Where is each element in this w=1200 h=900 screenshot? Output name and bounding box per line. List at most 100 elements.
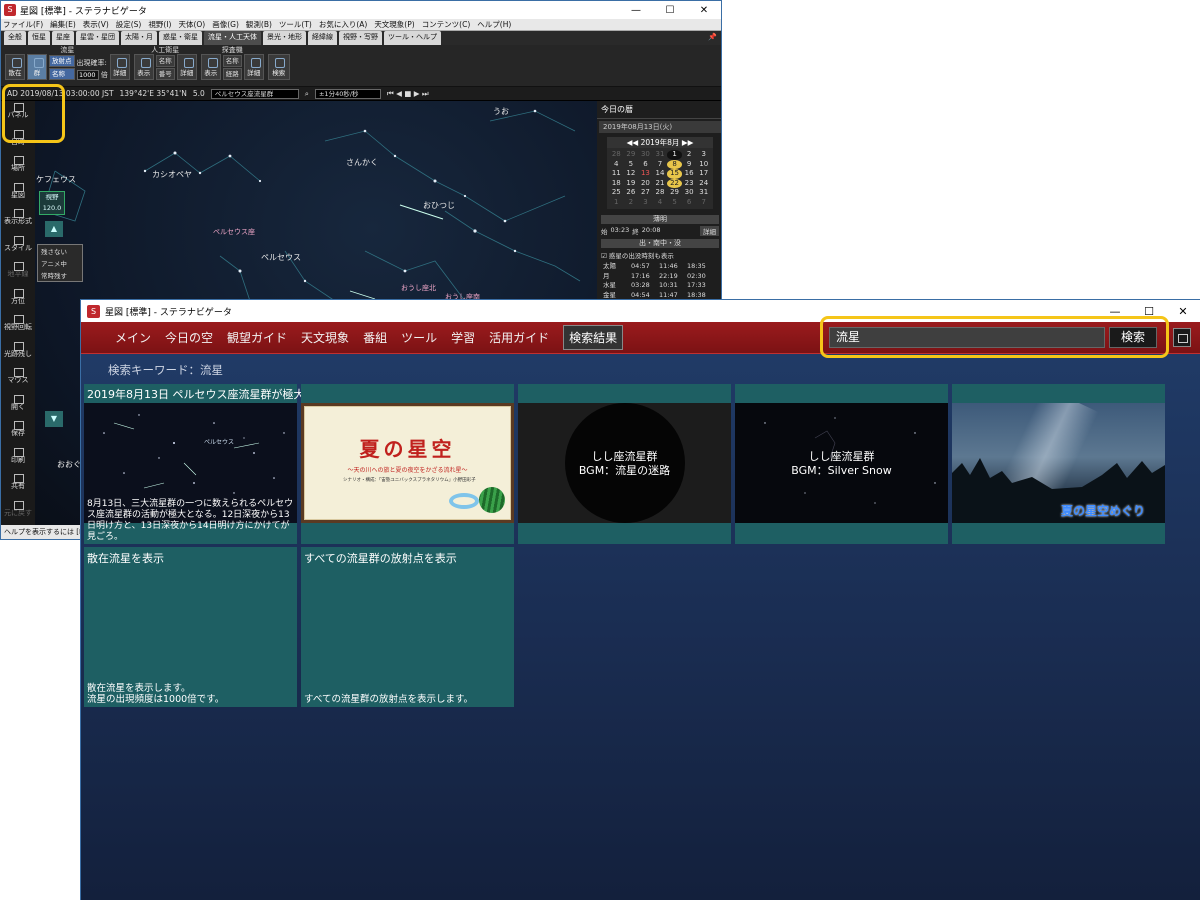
menu-item[interactable]: 設定(S) [116, 19, 142, 30]
left-panel-button[interactable]: 印刷 [1, 446, 35, 471]
flyout-item[interactable]: アニメ中 [38, 257, 82, 269]
left-panel-button[interactable]: 保存 [1, 419, 35, 444]
scatter-meteor-button[interactable]: 散在 [5, 54, 25, 80]
calendar-day[interactable]: 29 [624, 150, 639, 160]
calendar-day[interactable]: 4 [609, 160, 624, 170]
calendar-day[interactable]: 5 [667, 198, 682, 208]
checkbox-icon[interactable]: ☑ [601, 252, 607, 260]
calendar-day[interactable]: 8 [667, 159, 682, 169]
flyout-item[interactable]: 常時残す [38, 269, 82, 281]
left-panel-button[interactable]: 視野回転 [1, 313, 35, 338]
calendar-day[interactable]: 3 [696, 150, 711, 160]
rate-input[interactable]: 1000 [76, 70, 99, 80]
calendar-day[interactable]: 9 [682, 160, 697, 170]
left-panel-button[interactable]: 方位 [1, 287, 35, 312]
satellite-name-toggle[interactable]: 名称 [155, 55, 175, 67]
menu-item[interactable]: 観測(B) [246, 19, 272, 30]
meteor-shower-button[interactable]: 群 [27, 54, 47, 80]
left-panel-button[interactable]: 星図 [1, 181, 35, 206]
calendar-day[interactable]: 2 [682, 150, 697, 160]
result-card-leonid-2[interactable]: しし座流星群 BGM：Silver Snow [735, 384, 948, 544]
twilight-detail-button[interactable]: 詳細 [700, 226, 719, 236]
calendar-day[interactable]: 29 [667, 188, 682, 198]
calendar-day[interactable]: 31 [653, 150, 668, 160]
calendar-day[interactable]: 7 [653, 160, 668, 170]
ribbon-search-button[interactable]: 検索 [267, 54, 290, 80]
menu-item[interactable]: 画像(G) [212, 19, 239, 30]
left-panel-button[interactable]: スタイル [1, 234, 35, 259]
calendar-day[interactable]: 23 [682, 179, 697, 189]
time-step-select[interactable]: ±1分40秒/秒 [314, 88, 381, 99]
nav-item[interactable]: 検索結果 [563, 325, 624, 350]
nav-item[interactable]: 観望ガイド [227, 329, 287, 346]
calendar-day[interactable]: 27 [638, 188, 653, 198]
calendar-day[interactable]: 1 [667, 150, 682, 160]
nav-item[interactable]: 活用ガイド [489, 329, 549, 346]
prev-year-icon[interactable]: ◀◀ [627, 138, 639, 147]
probe-detail-button[interactable]: 詳細 [243, 54, 264, 80]
ribbon-tab[interactable]: ツール・ヘルプ [384, 31, 441, 45]
calendar-day[interactable]: 16 [682, 169, 697, 179]
menu-item[interactable]: ファイル(F) [3, 19, 43, 30]
next-year-icon[interactable]: ▶▶ [682, 138, 694, 147]
calendar-day[interactable]: 24 [696, 179, 711, 189]
ribbon-tab[interactable]: 全般 [4, 31, 26, 45]
calendar-day[interactable]: 30 [638, 150, 653, 160]
ribbon-tab[interactable]: 太陽・月 [121, 31, 157, 45]
menu-item[interactable]: 天文現象(P) [374, 19, 414, 30]
ribbon-tab[interactable]: 流星・人工天体 [204, 31, 261, 45]
playback-controls[interactable]: ⏮ ◀ ■ ▶ ⏭ [387, 89, 429, 99]
radiant-toggle[interactable]: 放射点 [49, 55, 75, 67]
zoom-up-button[interactable]: ▲ [45, 221, 63, 237]
calendar-day[interactable]: 25 [609, 188, 624, 198]
satellite-number-toggle[interactable]: 番号 [155, 68, 175, 80]
menu-item[interactable]: ヘルプ(H) [477, 19, 511, 30]
calendar-day[interactable]: 31 [696, 188, 711, 198]
meteor-shower-select[interactable]: ペルセウス座流星群 [210, 88, 299, 99]
location-readout[interactable]: 139°42'E 35°41'N [120, 89, 187, 98]
calendar-day[interactable]: 7 [696, 198, 711, 208]
calendar-day[interactable]: 28 [653, 188, 668, 198]
close-button[interactable]: ✕ [687, 5, 721, 16]
result-card-summer-tour[interactable]: 夏の星空めぐり [952, 384, 1165, 544]
result-card-summer-sky[interactable]: 夏の星空 ～天の川への旅と夏の夜空をかざる流れ星～ シナリオ・構成：「宙塾ユニバ… [301, 384, 514, 544]
calendar-day[interactable]: 14 [653, 169, 668, 179]
left-panel-button[interactable]: 表示形式 [1, 207, 35, 232]
left-panel-button[interactable]: 開く [1, 393, 35, 418]
calendar-day[interactable]: 18 [609, 179, 624, 189]
meteor-name-toggle[interactable]: 名称 [49, 68, 75, 80]
close-button[interactable]: ✕ [1166, 305, 1200, 318]
calendar-day[interactable]: 11 [609, 169, 624, 179]
calendar-day[interactable]: 6 [682, 198, 697, 208]
calendar-day[interactable]: 21 [653, 179, 668, 189]
calendar-day[interactable]: 26 [624, 188, 639, 198]
calendar-day[interactable]: 28 [609, 150, 624, 160]
calendar-day[interactable]: 10 [696, 160, 711, 170]
calendar-day[interactable]: 2 [624, 198, 639, 208]
ribbon-tab[interactable]: 星雲・星団 [76, 31, 119, 45]
calendar-day[interactable]: 6 [638, 160, 653, 170]
result-card-leonid-1[interactable]: しし座流星群 BGM：流星の迷路 [518, 384, 731, 544]
calendar-day[interactable]: 15 [667, 169, 682, 179]
ribbon-tab[interactable]: 景光・地形 [263, 31, 306, 45]
calendar-day[interactable]: 13 [638, 169, 653, 179]
pin-icon[interactable]: 📌 [704, 31, 721, 45]
menu-item[interactable]: 表示(V) [83, 19, 109, 30]
calendar-day[interactable]: 19 [624, 179, 639, 189]
minimize-button[interactable]: — [619, 5, 653, 16]
left-panel-button[interactable]: 地平線 [1, 260, 35, 285]
flyout-item[interactable]: 残さない [38, 245, 82, 257]
probe-name-toggle[interactable]: 名称 [222, 55, 242, 67]
calendar-day[interactable]: 1 [609, 198, 624, 208]
ribbon-tab[interactable]: 視野・写野 [339, 31, 382, 45]
calendar-day[interactable]: 5 [624, 160, 639, 170]
calendar-day[interactable]: 17 [696, 169, 711, 179]
satellite-show-button[interactable]: 表示 [133, 54, 154, 80]
search-icon[interactable]: ⌕ [305, 89, 309, 99]
menu-item[interactable]: 視野(I) [148, 19, 171, 30]
magnitude-readout[interactable]: 5.0 [193, 89, 205, 98]
window-mode-icon[interactable] [1173, 328, 1191, 347]
ribbon-tab[interactable]: 星座 [52, 31, 74, 45]
calendar-day[interactable]: 12 [624, 169, 639, 179]
probe-show-button[interactable]: 表示 [200, 54, 221, 80]
